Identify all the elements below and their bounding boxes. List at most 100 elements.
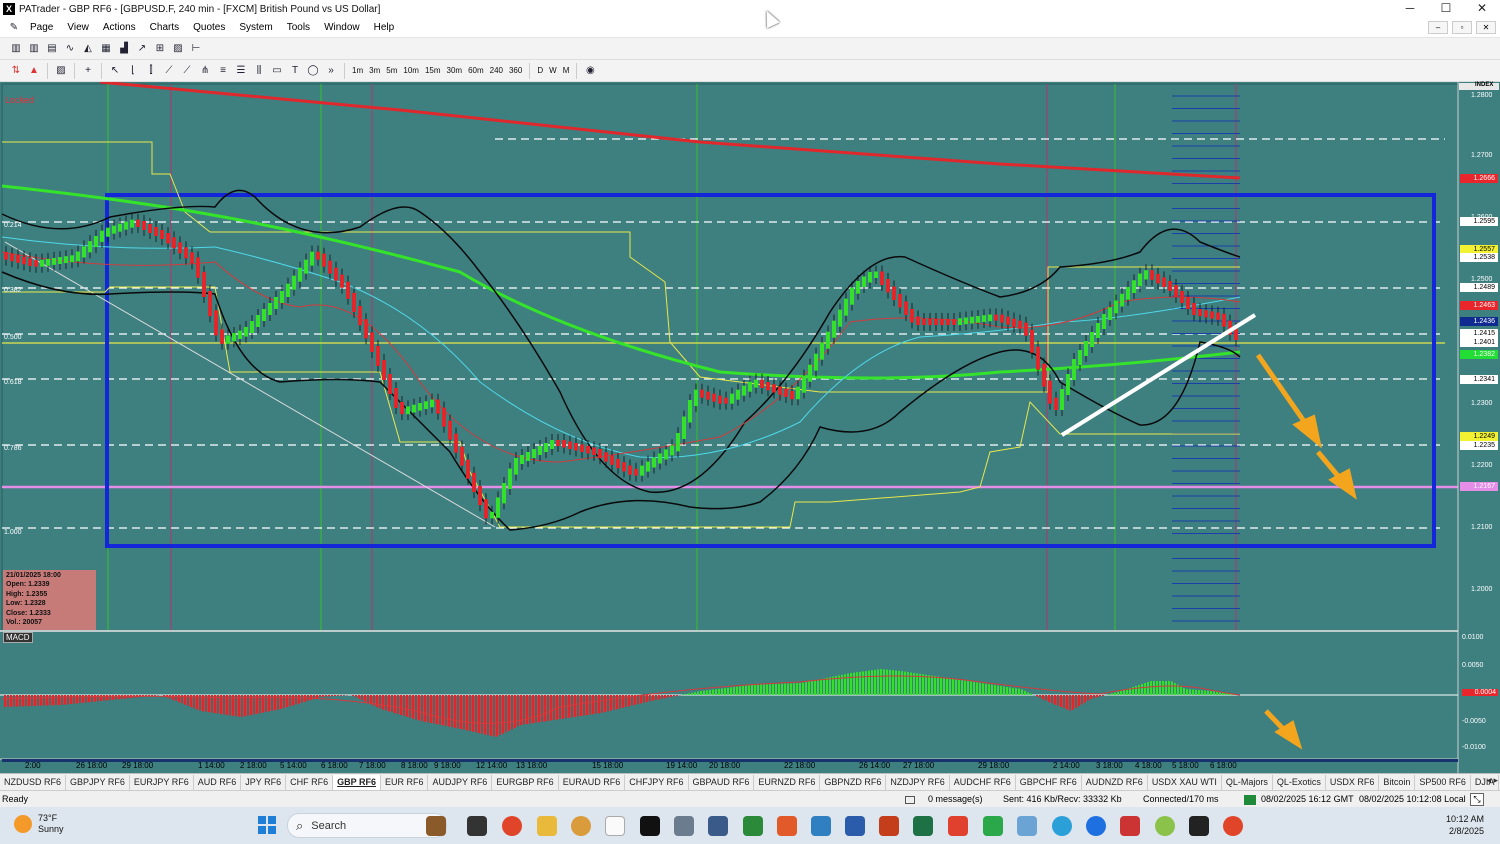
line-chart-icon[interactable]: ∿	[62, 41, 78, 57]
menu-help[interactable]: Help	[367, 22, 402, 33]
volume-chart-icon[interactable]: ▨	[170, 41, 186, 57]
excel-icon[interactable]	[913, 816, 933, 836]
chart-area[interactable]: Locked 1.28001.27001.26001.25001.24001.2…	[0, 82, 1500, 773]
menu-window[interactable]: Window	[317, 22, 367, 33]
calculator-icon[interactable]	[674, 816, 694, 836]
bar-chart-icon[interactable]: ▥	[8, 41, 24, 57]
trendline-icon[interactable]: ⟋	[161, 63, 177, 79]
media-player-icon[interactable]	[1189, 816, 1209, 836]
taskbar-app-icon[interactable]	[983, 816, 1003, 836]
symbol-tab[interactable]: QL-Majors	[1222, 774, 1273, 790]
symbol-tab[interactable]: QL-Exotics	[1273, 774, 1326, 790]
taskbar-app-icon[interactable]	[426, 816, 446, 836]
menu-page[interactable]: Page	[23, 22, 60, 33]
more-tools-icon[interactable]: »	[323, 63, 339, 79]
timeframe-w[interactable]: W	[546, 66, 560, 75]
windows-start-icon[interactable]	[258, 816, 276, 834]
symbol-tab[interactable]: JPY RF6	[241, 774, 287, 790]
taskbar-app-icon[interactable]	[948, 816, 968, 836]
taskbar-app-icon[interactable]	[467, 816, 487, 836]
telegram-icon[interactable]	[1052, 816, 1072, 836]
symbol-tab[interactable]: GBPJPY RF6	[66, 774, 130, 790]
mdi-restore-button[interactable]: ▫	[1452, 21, 1472, 34]
mdi-close-button[interactable]: ✕	[1476, 21, 1496, 34]
pitchfork-icon[interactable]: ⋔	[197, 63, 213, 79]
candle-chart-icon[interactable]: ▤	[44, 41, 60, 57]
price-chart[interactable]	[0, 82, 1500, 773]
chrome-icon[interactable]	[1223, 816, 1243, 836]
draw-channel-icon[interactable]: ⫿	[143, 63, 159, 79]
taskbar-app-icon[interactable]	[811, 816, 831, 836]
fib-extension-icon[interactable]: ☰	[233, 63, 249, 79]
symbol-tab[interactable]: USDX RF6	[1326, 774, 1380, 790]
symbol-tab[interactable]: NZDJPY RF6	[886, 774, 950, 790]
kagi-chart-icon[interactable]: ⊞	[152, 41, 168, 57]
timeframe-240[interactable]: 240	[487, 66, 506, 75]
symbol-tab[interactable]: EURGBP RF6	[492, 774, 559, 790]
symbol-tab[interactable]: AUDCHF RF6	[950, 774, 1016, 790]
text-tool-icon[interactable]: T	[287, 63, 303, 79]
symbol-tab[interactable]: GBP RF6	[333, 774, 381, 790]
page-icon[interactable]: ✎	[6, 20, 22, 36]
taskbar-search[interactable]: ⌕ Search	[287, 813, 447, 838]
symbol-tab[interactable]: AUD RF6	[194, 774, 242, 790]
symbol-tab[interactable]: AUDJPY RF6	[428, 774, 493, 790]
timeframe-d[interactable]: D	[534, 66, 546, 75]
status-messages[interactable]: 0 message(s)	[928, 794, 983, 804]
symbol-tab[interactable]: EUR RF6	[381, 774, 429, 790]
ellipse-icon[interactable]: ◯	[305, 63, 321, 79]
symbol-tab[interactable]: NZDUSD RF6	[0, 774, 67, 790]
symbol-tab[interactable]: EURNZD RF6	[754, 774, 821, 790]
pointer-icon[interactable]: ↖	[107, 63, 123, 79]
point-figure-icon[interactable]: ▦	[98, 41, 114, 57]
renko-chart-icon[interactable]: ▟	[116, 41, 132, 57]
powerpoint-icon[interactable]	[879, 816, 899, 836]
clock-icon[interactable]: ◉	[582, 63, 598, 79]
symbol-tab[interactable]: EURJPY RF6	[130, 774, 194, 790]
rectangle-icon[interactable]: ▭	[269, 63, 285, 79]
indicator-chart-icon[interactable]: ⊢	[188, 41, 204, 57]
chrome-icon[interactable]	[502, 816, 522, 836]
menu-tools[interactable]: Tools	[280, 22, 317, 33]
patrader-icon[interactable]	[605, 816, 625, 836]
taskbar-app-icon[interactable]	[640, 816, 660, 836]
word-icon[interactable]	[845, 816, 865, 836]
maximize-button[interactable]: ☐	[1428, 0, 1464, 18]
taskbar-app-icon[interactable]	[571, 816, 591, 836]
fib-retracement-icon[interactable]: ≡	[215, 63, 231, 79]
trend-chart-icon[interactable]: ↗	[134, 41, 150, 57]
taskbar-app-icon[interactable]	[1120, 816, 1140, 836]
ohlc-chart-icon[interactable]: ▥	[26, 41, 42, 57]
zoom-icon[interactable]	[1086, 816, 1106, 836]
symbol-tab[interactable]: GBPAUD RF6	[689, 774, 755, 790]
file-explorer-icon[interactable]	[537, 816, 557, 836]
gann-icon[interactable]: ⫼	[251, 63, 267, 79]
draw-line-icon[interactable]: ⌊	[125, 63, 141, 79]
taskbar-app-icon[interactable]	[708, 816, 728, 836]
timeframe-m[interactable]: M	[560, 66, 573, 75]
symbol-tab[interactable]: CHF RF6	[286, 774, 334, 790]
symbol-tab[interactable]: Bitcoin	[1379, 774, 1416, 790]
timeframe-15m[interactable]: 15m	[422, 66, 444, 75]
menu-system[interactable]: System	[232, 22, 279, 33]
timeframe-30m[interactable]: 30m	[444, 66, 466, 75]
area-chart-icon[interactable]: ◭	[80, 41, 96, 57]
symbol-tab[interactable]: USDX XAU WTI	[1148, 774, 1222, 790]
close-button[interactable]: ✕	[1464, 0, 1500, 18]
timeframe-60m[interactable]: 60m	[465, 66, 487, 75]
menu-view[interactable]: View	[60, 22, 96, 33]
symbol-tab[interactable]: EURAUD RF6	[559, 774, 626, 790]
taskbar-app-icon[interactable]	[1017, 816, 1037, 836]
symbol-tab[interactable]: GBPCHF RF6	[1016, 774, 1082, 790]
symbol-tab[interactable]: CHFJPY RF6	[625, 774, 689, 790]
mdi-minimize-button[interactable]: –	[1428, 21, 1448, 34]
menu-actions[interactable]: Actions	[96, 22, 143, 33]
taskbar-clock[interactable]: 10:12 AM 2/8/2025	[1446, 813, 1484, 837]
timeframe-3m[interactable]: 3m	[366, 66, 383, 75]
resize-grip-icon[interactable]: ⤡	[1470, 793, 1484, 806]
symbol-tab[interactable]: AUDNZD RF6	[1082, 774, 1148, 790]
ray-icon[interactable]: ⟋	[179, 63, 195, 79]
buy-sell-icon[interactable]: ⇅	[8, 63, 24, 79]
minimize-button[interactable]: ─	[1392, 0, 1428, 18]
symbol-tab[interactable]: GBPNZD RF6	[820, 774, 887, 790]
